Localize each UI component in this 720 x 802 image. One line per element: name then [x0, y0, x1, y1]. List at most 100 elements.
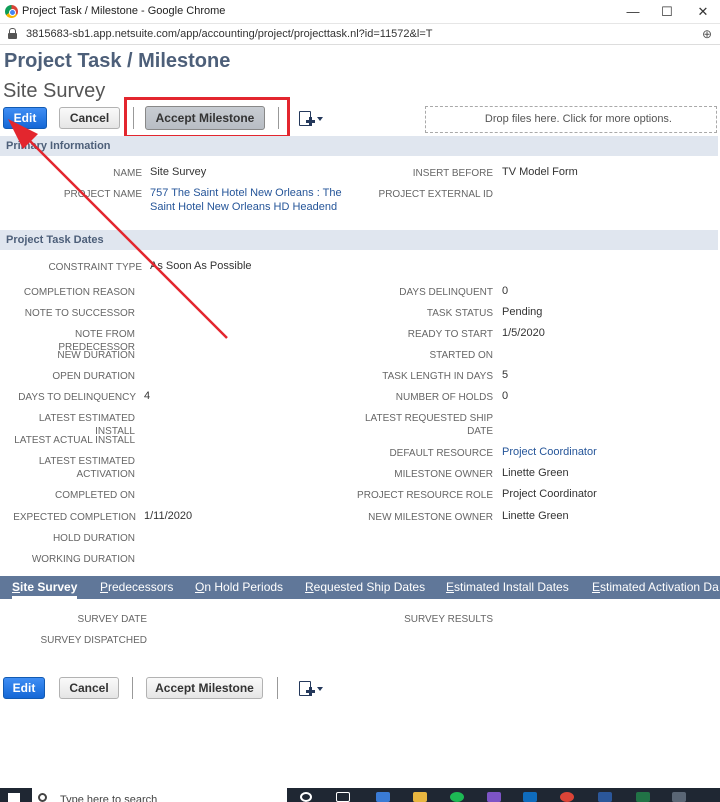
tab-estimated-install-dates[interactable]: Estimated Install Dates: [446, 576, 569, 599]
field-label: COMPLETED ON: [54, 490, 135, 501]
spotify-icon[interactable]: [450, 792, 464, 802]
task-view-icon[interactable]: [336, 792, 350, 802]
field-label: ACTIVATION: [76, 469, 135, 480]
field-value: 0: [502, 390, 509, 402]
field-label: PROJECT EXTERNAL ID: [378, 189, 493, 200]
tab-mnemonic: O: [195, 580, 205, 594]
cancel-button-bottom[interactable]: Cancel: [59, 677, 119, 699]
chevron-down-icon: [317, 687, 323, 691]
survey-date-label: SURVEY DATE: [77, 614, 147, 625]
field-label: NOTE TO SUCCESSOR: [24, 308, 135, 319]
print-menu-icon[interactable]: [297, 110, 325, 130]
field-label: DEFAULT RESOURCE: [389, 448, 493, 459]
field-value: Linette Green: [502, 467, 569, 479]
maximize-button[interactable]: ☐: [652, 3, 682, 21]
edit-button[interactable]: Edit: [3, 107, 47, 129]
tab-mnemonic: E: [446, 580, 455, 594]
tab-requested-ship-dates[interactable]: Requested Ship Dates: [305, 576, 425, 599]
chevron-down-icon: [317, 117, 323, 121]
app-icon[interactable]: [672, 792, 686, 802]
tab-label: stimated Activation Da: [600, 580, 719, 594]
field-label: STARTED ON: [429, 350, 493, 361]
file-drop-zone[interactable]: Drop files here. Click for more options.: [425, 106, 717, 133]
field-label: CONSTRAINT TYPE: [48, 262, 142, 273]
outlook-icon[interactable]: [523, 792, 537, 802]
tab-site-survey[interactable]: Site Survey: [12, 576, 78, 599]
window-title: Project Task / Milestone - Google Chrome: [22, 5, 226, 17]
field-label: NEW DURATION: [57, 350, 135, 361]
taskbar-search-input[interactable]: Type here to search: [60, 794, 157, 802]
record-title: Site Survey: [3, 80, 106, 102]
app-icon[interactable]: [487, 792, 501, 802]
field-value: Project Coordinator: [502, 488, 597, 500]
field-value: Pending: [502, 306, 543, 318]
address-bar[interactable]: 3815683-sb1.app.netsuite.com/app/account…: [0, 24, 720, 45]
chrome-taskbar-icon[interactable]: [560, 792, 574, 802]
minimize-button[interactable]: —: [618, 3, 648, 21]
field-label: DAYS TO DELINQUENCY: [18, 392, 136, 403]
field-label: DATE: [467, 426, 493, 437]
field-label: WORKING DURATION: [31, 554, 135, 565]
field-value: TV Model Form: [502, 166, 578, 178]
survey-results-label: SURVEY RESULTS: [404, 614, 493, 625]
print-menu-icon-bottom[interactable]: [297, 680, 325, 700]
windows-start-icon[interactable]: [8, 793, 20, 802]
field-label: NUMBER OF HOLDS: [395, 392, 493, 403]
tab-on-hold-periods[interactable]: On Hold Periods: [195, 576, 283, 599]
field-label: DAYS DELINQUENT: [399, 287, 493, 298]
search-icon: [38, 793, 47, 802]
tab-mnemonic: P: [100, 580, 109, 594]
excel-icon[interactable]: [636, 792, 650, 802]
field-label: INSERT BEFORE: [412, 168, 493, 179]
field-value: 0: [502, 285, 509, 297]
tab-label: ite Survey: [20, 580, 78, 594]
plus-icon: [306, 687, 315, 696]
subtab-bar: Site Survey Predecessors On Hold Periods…: [0, 576, 720, 599]
url-text[interactable]: 3815683-sb1.app.netsuite.com/app/account…: [26, 28, 432, 40]
field-label: TASK LENGTH IN DAYS: [382, 371, 493, 382]
field-value: 1/5/2020: [502, 327, 545, 339]
window-titlebar: Project Task / Milestone - Google Chrome…: [0, 0, 720, 24]
page-title: Project Task / Milestone: [4, 50, 231, 72]
field-value: 1/11/2020: [144, 510, 193, 522]
cancel-button[interactable]: Cancel: [59, 107, 120, 129]
field-value: 5: [502, 369, 509, 381]
close-button[interactable]: ✕: [688, 3, 718, 21]
toolbar-divider: [132, 677, 133, 699]
lock-icon: [8, 28, 17, 39]
field-label: READY TO START: [407, 329, 493, 340]
field-label: LATEST ESTIMATED: [38, 456, 135, 467]
tab-mnemonic: R: [305, 580, 314, 594]
taskbar-search[interactable]: Type here to search: [32, 788, 287, 802]
cortana-icon[interactable]: [300, 792, 312, 802]
section-project-task-dates[interactable]: Project Task Dates: [0, 230, 718, 250]
chrome-icon: [5, 5, 18, 18]
field-label: MILESTONE OWNER: [394, 469, 493, 480]
tab-label: n Hold Periods: [204, 580, 284, 594]
plus-icon: [306, 117, 315, 126]
section-primary-information[interactable]: Primary Information: [0, 136, 718, 156]
word-icon[interactable]: [598, 792, 612, 802]
project-name-link[interactable]: Saint Hotel New Orleans HD Headend: [150, 198, 337, 216]
tab-mnemonic: S: [12, 580, 21, 594]
tab-predecessors[interactable]: Predecessors: [100, 576, 173, 599]
app-icon[interactable]: [376, 792, 390, 802]
tab-label: stimated Install Dates: [454, 580, 569, 594]
tab-label: equested Ship Dates: [313, 580, 426, 594]
tab-label: redecessors: [108, 580, 174, 594]
field-label: COMPLETION REASON: [23, 287, 135, 298]
tab-estimated-activation-dates[interactable]: Estimated Activation Da: [592, 576, 719, 599]
field-label: HOLD DURATION: [52, 533, 135, 544]
field-label: LATEST ACTUAL INSTALL: [14, 435, 135, 446]
edit-button-bottom[interactable]: Edit: [3, 677, 45, 699]
field-value: As Soon As Possible: [150, 260, 252, 272]
field-label: LATEST REQUESTED SHIP: [365, 413, 493, 424]
zoom-icon[interactable]: ⊕: [702, 27, 712, 41]
windows-taskbar: Type here to search: [0, 788, 720, 802]
default-resource-link[interactable]: Project Coordinator: [502, 443, 597, 461]
accept-milestone-button-bottom[interactable]: Accept Milestone: [146, 677, 263, 699]
field-value: Site Survey: [150, 166, 207, 178]
survey-dispatched-label: SURVEY DISPATCHED: [40, 635, 147, 646]
file-explorer-icon[interactable]: [413, 792, 427, 802]
toolbar-divider: [278, 107, 279, 129]
